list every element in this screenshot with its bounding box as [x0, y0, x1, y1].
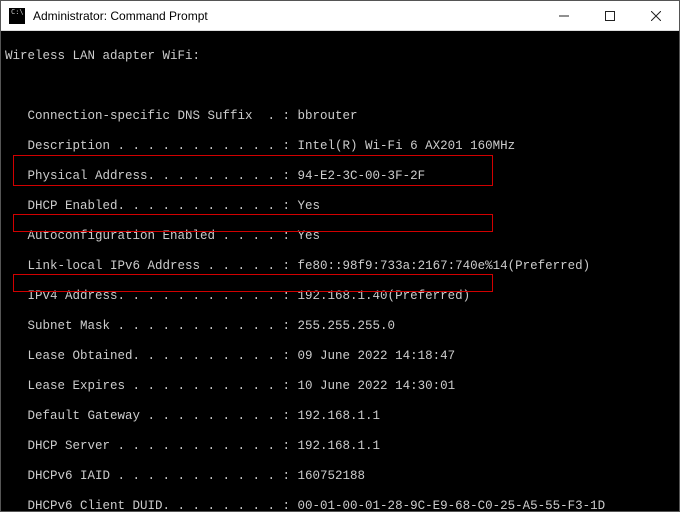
window-title: Administrator: Command Prompt	[33, 9, 541, 23]
output-line	[5, 79, 675, 94]
maximize-button[interactable]	[587, 1, 633, 31]
command-prompt-window: Administrator: Command Prompt Wireless L…	[0, 0, 680, 512]
output-line: Lease Expires . . . . . . . . . . : 10 J…	[5, 379, 675, 394]
output-line: IPv4 Address. . . . . . . . . . . : 192.…	[5, 289, 675, 304]
output-line: Physical Address. . . . . . . . . : 94-E…	[5, 169, 675, 184]
output-line: Wireless LAN adapter WiFi:	[5, 49, 675, 64]
minimize-button[interactable]	[541, 1, 587, 31]
output-line: Link-local IPv6 Address . . . . . : fe80…	[5, 259, 675, 274]
output-line: Default Gateway . . . . . . . . . : 192.…	[5, 409, 675, 424]
output-line: DHCP Server . . . . . . . . . . . : 192.…	[5, 439, 675, 454]
cmd-icon	[9, 8, 25, 24]
output-line: Lease Obtained. . . . . . . . . . : 09 J…	[5, 349, 675, 364]
terminal-area[interactable]: Wireless LAN adapter WiFi: Connection-sp…	[1, 31, 679, 511]
output-line: DHCPv6 IAID . . . . . . . . . . . : 1607…	[5, 469, 675, 484]
close-button[interactable]	[633, 1, 679, 31]
output-line: DHCPv6 Client DUID. . . . . . . . : 00-0…	[5, 499, 675, 511]
output-line: Autoconfiguration Enabled . . . . : Yes	[5, 229, 675, 244]
output-line: Description . . . . . . . . . . . : Inte…	[5, 139, 675, 154]
output-line: DHCP Enabled. . . . . . . . . . . : Yes	[5, 199, 675, 214]
output-line: Connection-specific DNS Suffix . : bbrou…	[5, 109, 675, 124]
titlebar[interactable]: Administrator: Command Prompt	[1, 1, 679, 31]
output-line: Subnet Mask . . . . . . . . . . . : 255.…	[5, 319, 675, 334]
